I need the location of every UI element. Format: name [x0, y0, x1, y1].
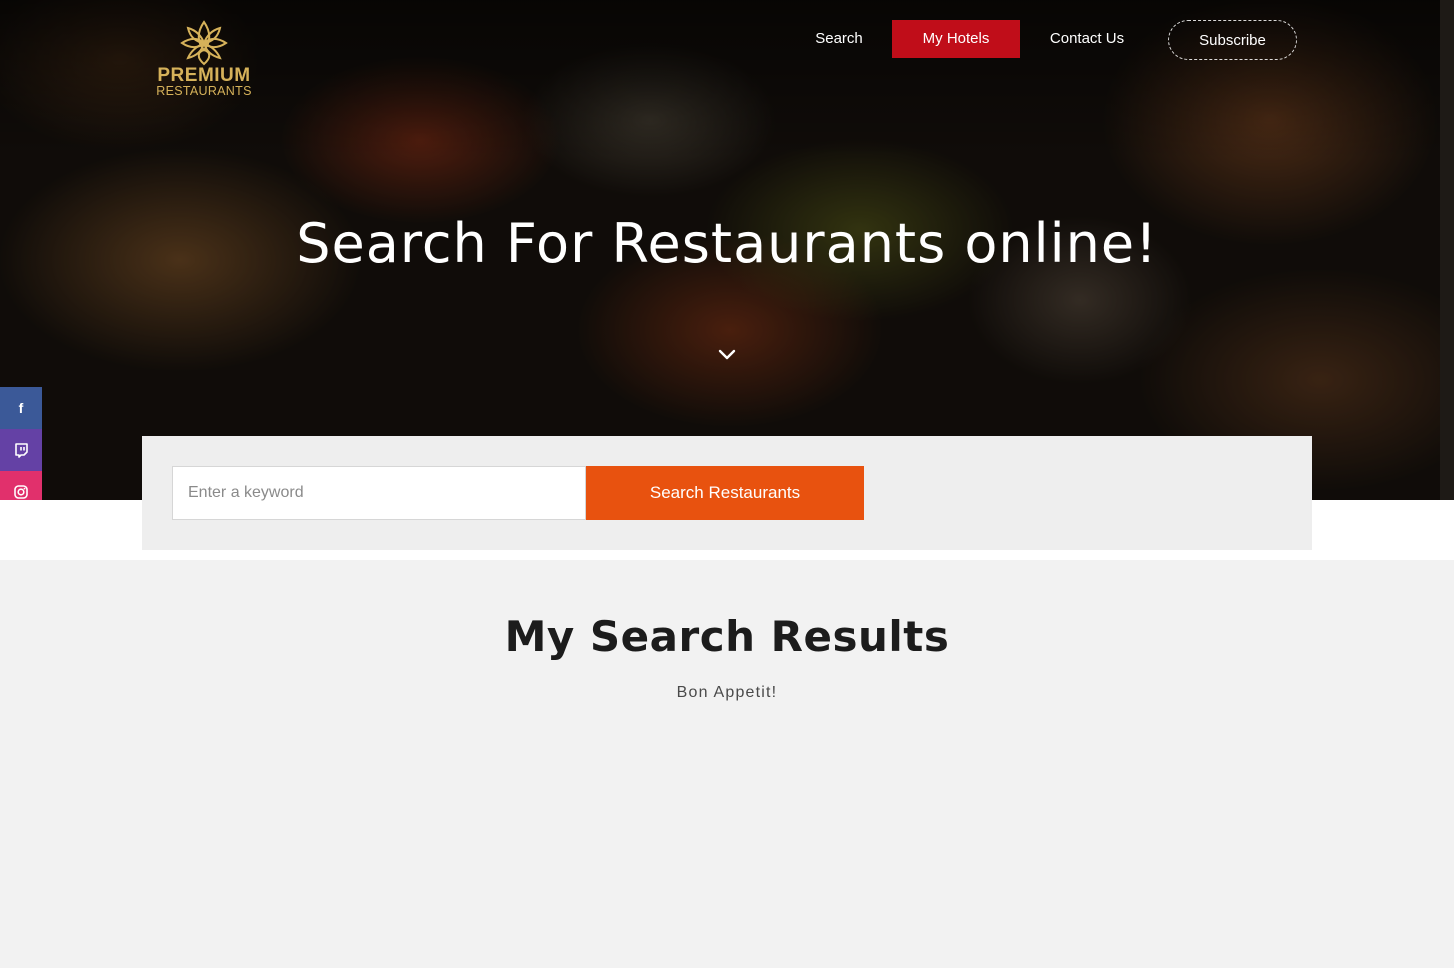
brand-name-secondary: RESTAURANTS — [156, 84, 252, 98]
hero-title: Search For Restaurants online! — [296, 212, 1158, 275]
twitch-icon[interactable] — [0, 429, 42, 471]
facebook-glyph: f — [18, 400, 24, 416]
lotus-flower-icon — [180, 20, 228, 66]
search-panel: Search Restaurants — [142, 436, 1312, 550]
brand-name-primary: PREMIUM — [157, 65, 251, 86]
brand-logo[interactable]: PREMIUM RESTAURANTS — [150, 20, 258, 98]
nav-item-search[interactable]: Search — [800, 20, 878, 58]
twitch-glyph — [14, 442, 28, 458]
results-title: My Search Results — [504, 612, 950, 661]
keyword-search-input[interactable] — [172, 466, 586, 520]
nav-item-contact-us[interactable]: Contact Us — [1034, 20, 1140, 58]
subscribe-button[interactable]: Subscribe — [1168, 20, 1297, 60]
search-restaurants-button[interactable]: Search Restaurants — [586, 466, 864, 520]
results-subtitle: Bon Appetit! — [676, 684, 778, 701]
facebook-icon[interactable]: f — [0, 387, 42, 429]
chevron-down-icon[interactable] — [717, 347, 737, 361]
instagram-glyph — [14, 485, 28, 499]
nav-item-my-hotels[interactable]: My Hotels — [892, 20, 1020, 58]
